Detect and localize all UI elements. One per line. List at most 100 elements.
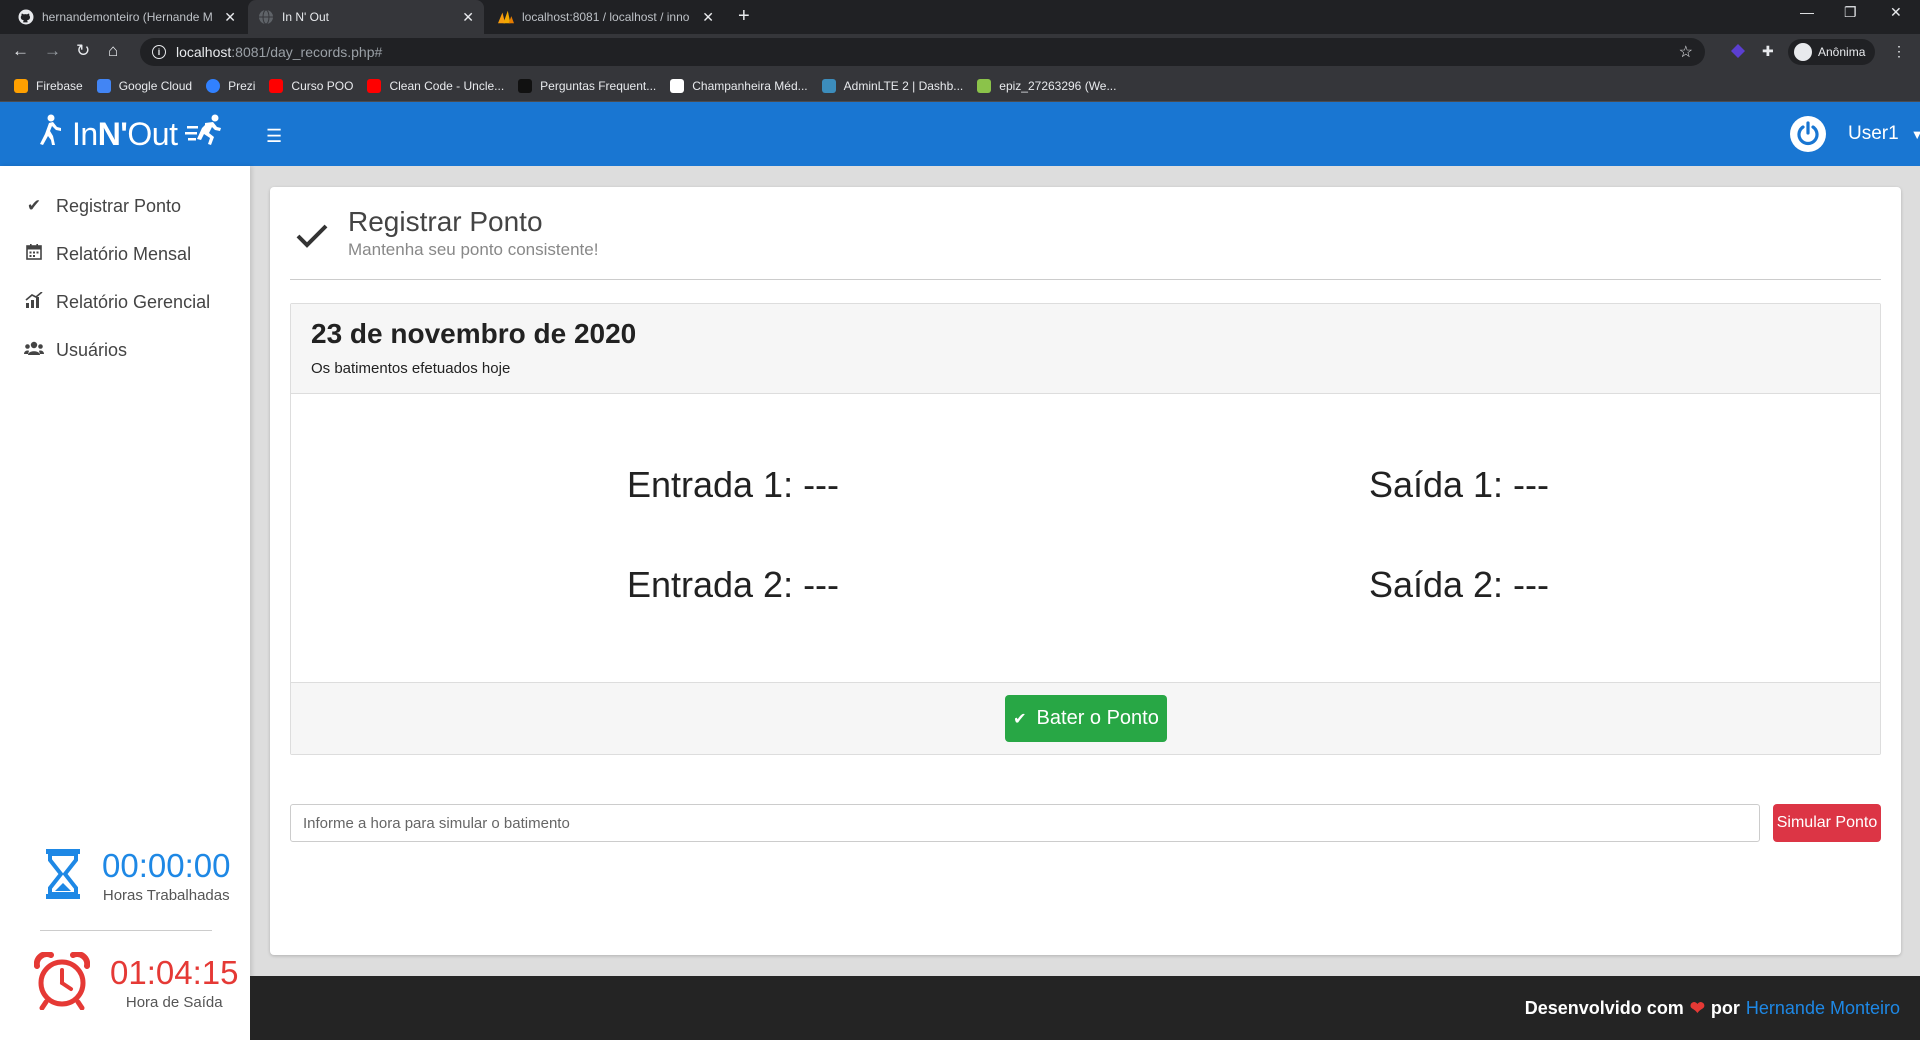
close-icon[interactable]: ✕ <box>224 9 236 26</box>
exit-time-label: Hora de Saída <box>125 994 223 1011</box>
url-path: :8081/day_records.php# <box>231 44 383 60</box>
bookmark-item[interactable]: Firebase <box>14 78 83 93</box>
profile-button[interactable]: Anônima <box>1788 39 1876 65</box>
sidebar-item-registrar-ponto[interactable]: ✔ Registrar Ponto <box>24 192 181 220</box>
address-bar[interactable]: i localhost:8081/day_records.php# ☆ <box>140 38 1705 66</box>
sidebar-item-relatorio-mensal[interactable]: Relatório Mensal <box>24 240 191 268</box>
stat-divider <box>40 930 212 931</box>
adminlte-icon <box>821 78 836 93</box>
bookmark-star-icon[interactable]: ☆ <box>1679 42 1693 62</box>
chevron-down-icon: ▼ <box>1910 126 1920 142</box>
logo-text-bold: N' <box>97 115 128 152</box>
footer-author-link[interactable]: Hernande Monteiro <box>1746 998 1900 1019</box>
google-cloud-icon <box>96 78 111 93</box>
bookmark-label: Perguntas Frequent... <box>540 78 657 93</box>
github-icon <box>18 9 34 25</box>
incognito-icon <box>1794 43 1812 61</box>
page-footer: Desenvolvido com ❤ por Hernande Monteiro <box>250 976 1920 1040</box>
sidebar-item-label: Registrar Ponto <box>56 195 182 216</box>
bookmark-item[interactable]: Champanheira Méd... <box>670 78 808 93</box>
check-icon: ✔ <box>26 196 42 215</box>
bookmark-item[interactable]: Clean Code - Uncle... <box>367 78 505 93</box>
bookmark-label: Firebase <box>36 78 83 93</box>
simular-ponto-button[interactable]: Simular Ponto <box>1773 804 1881 842</box>
reload-icon[interactable]: ↻ <box>76 41 90 61</box>
sidebar-item-relatorio-gerencial[interactable]: Relatório Gerencial <box>24 288 210 316</box>
infinity-icon <box>977 78 992 93</box>
calendar-icon <box>24 243 44 265</box>
worked-hours-label: Horas Trabalhadas <box>102 887 230 904</box>
menu-dots-icon[interactable]: ⋮ <box>1892 43 1906 60</box>
bookmark-item[interactable]: AdminLTE 2 | Dashb... <box>821 78 963 93</box>
day-records-panel: 23 de novembro de 2020 Os batimentos efe… <box>290 303 1881 755</box>
entrada-1: Entrada 1: --- <box>626 464 840 505</box>
tab-title: localhost:8081 / localhost / inno <box>522 10 690 24</box>
restore-icon[interactable]: ❐ <box>1844 4 1857 21</box>
new-tab-icon[interactable]: + <box>738 5 750 28</box>
app-logo[interactable]: In N' Out <box>36 114 223 154</box>
bookmark-item[interactable]: Prezi <box>206 78 255 93</box>
bookmark-label: Curso POO <box>291 78 354 93</box>
youtube-icon <box>367 78 382 93</box>
url-host: localhost <box>176 44 232 60</box>
close-window-icon[interactable]: ✕ <box>1890 4 1902 21</box>
simulate-time-input[interactable] <box>290 804 1760 842</box>
worked-hours-widget: 00:00:00 Horas Trabalhadas <box>44 848 230 905</box>
browser-tabbar: hernandemonteiro (Hernande M ✕ In N' Out… <box>0 0 1920 34</box>
bookmark-item[interactable]: epiz_27263296 (We... <box>977 78 1116 93</box>
bookmark-item[interactable]: Google Cloud <box>96 78 193 93</box>
saida-2: Saída 2: --- <box>1368 564 1550 605</box>
bookmark-label: Google Cloud <box>118 78 193 93</box>
browser-tab-innout[interactable]: In N' Out ✕ <box>248 0 484 34</box>
walking-icon <box>36 114 64 154</box>
logo-text-prefix: In <box>72 115 98 152</box>
panel-footer: ✔ Bater o Ponto <box>291 682 1880 754</box>
close-icon[interactable]: ✕ <box>702 9 714 26</box>
check-icon <box>296 223 328 254</box>
bookmark-item[interactable]: Curso POO <box>269 78 354 93</box>
hourglass-icon <box>44 848 82 905</box>
worked-hours-value: 00:00:00 <box>102 847 231 884</box>
home-icon[interactable]: ⌂ <box>108 41 118 61</box>
info-icon[interactable]: i <box>152 45 166 59</box>
browser-tab-github[interactable]: hernandemonteiro (Hernande M ✕ <box>8 0 246 34</box>
menu-toggle-icon[interactable]: ☰ <box>266 126 282 147</box>
extension-icon[interactable] <box>1730 43 1746 62</box>
youtube-icon <box>269 78 284 93</box>
minimize-icon[interactable]: — <box>1800 4 1814 20</box>
back-icon[interactable]: ← <box>12 41 29 61</box>
browser-toolbar: ← → ↻ ⌂ i localhost:8081/day_records.php… <box>0 34 1920 70</box>
entrada-2: Entrada 2: --- <box>626 564 840 605</box>
page-icon <box>670 78 685 93</box>
alarm-clock-icon <box>33 951 91 1015</box>
profile-label: Anônima <box>1818 45 1866 59</box>
panel-header: 23 de novembro de 2020 Os batimentos efe… <box>291 304 1880 394</box>
footer-credit: Desenvolvido com ❤ por Hernande Monteiro <box>1525 998 1900 1019</box>
browser-tab-phpmyadmin[interactable]: localhost:8081 / localhost / inno ✕ <box>488 0 724 34</box>
sidebar: ✔ Registrar Ponto Relatório Mensal Relat… <box>0 166 250 1040</box>
power-icon <box>1790 116 1826 152</box>
bookmark-label: Clean Code - Uncle... <box>389 78 505 93</box>
chart-icon <box>24 290 44 313</box>
content-card: Registrar Ponto Mantenha seu ponto consi… <box>270 187 1901 955</box>
check-icon: ✔ <box>1013 710 1027 728</box>
globe-icon <box>258 9 274 25</box>
exit-time-widget: 01:04:15 Hora de Saída <box>33 951 239 1015</box>
close-icon[interactable]: ✕ <box>462 9 474 26</box>
footer-by: por <box>1710 998 1740 1018</box>
bookmarks-bar: Firebase Google Cloud Prezi Curso POO Cl… <box>0 70 1920 102</box>
bookmark-item[interactable]: Perguntas Frequent... <box>518 78 657 93</box>
page-subtitle: Mantenha seu ponto consistente! <box>348 240 599 259</box>
sidebar-item-label: Relatório Mensal <box>56 243 192 264</box>
bater-ponto-button[interactable]: ✔ Bater o Ponto <box>1005 695 1167 742</box>
sidebar-item-usuarios[interactable]: Usuários <box>24 336 127 364</box>
page-header: Registrar Ponto Mantenha seu ponto consi… <box>296 207 598 260</box>
forward-icon[interactable]: → <box>44 41 61 61</box>
prezi-icon <box>206 78 221 93</box>
sidebar-item-label: Usuários <box>56 339 128 360</box>
exit-time-value: 01:04:15 <box>110 954 239 991</box>
users-icon <box>24 340 44 361</box>
puzzle-icon[interactable]: ✚ <box>1762 43 1774 60</box>
tab-title: In N' Out <box>282 10 329 24</box>
user-menu[interactable]: User1 ▼ <box>1790 116 1920 152</box>
